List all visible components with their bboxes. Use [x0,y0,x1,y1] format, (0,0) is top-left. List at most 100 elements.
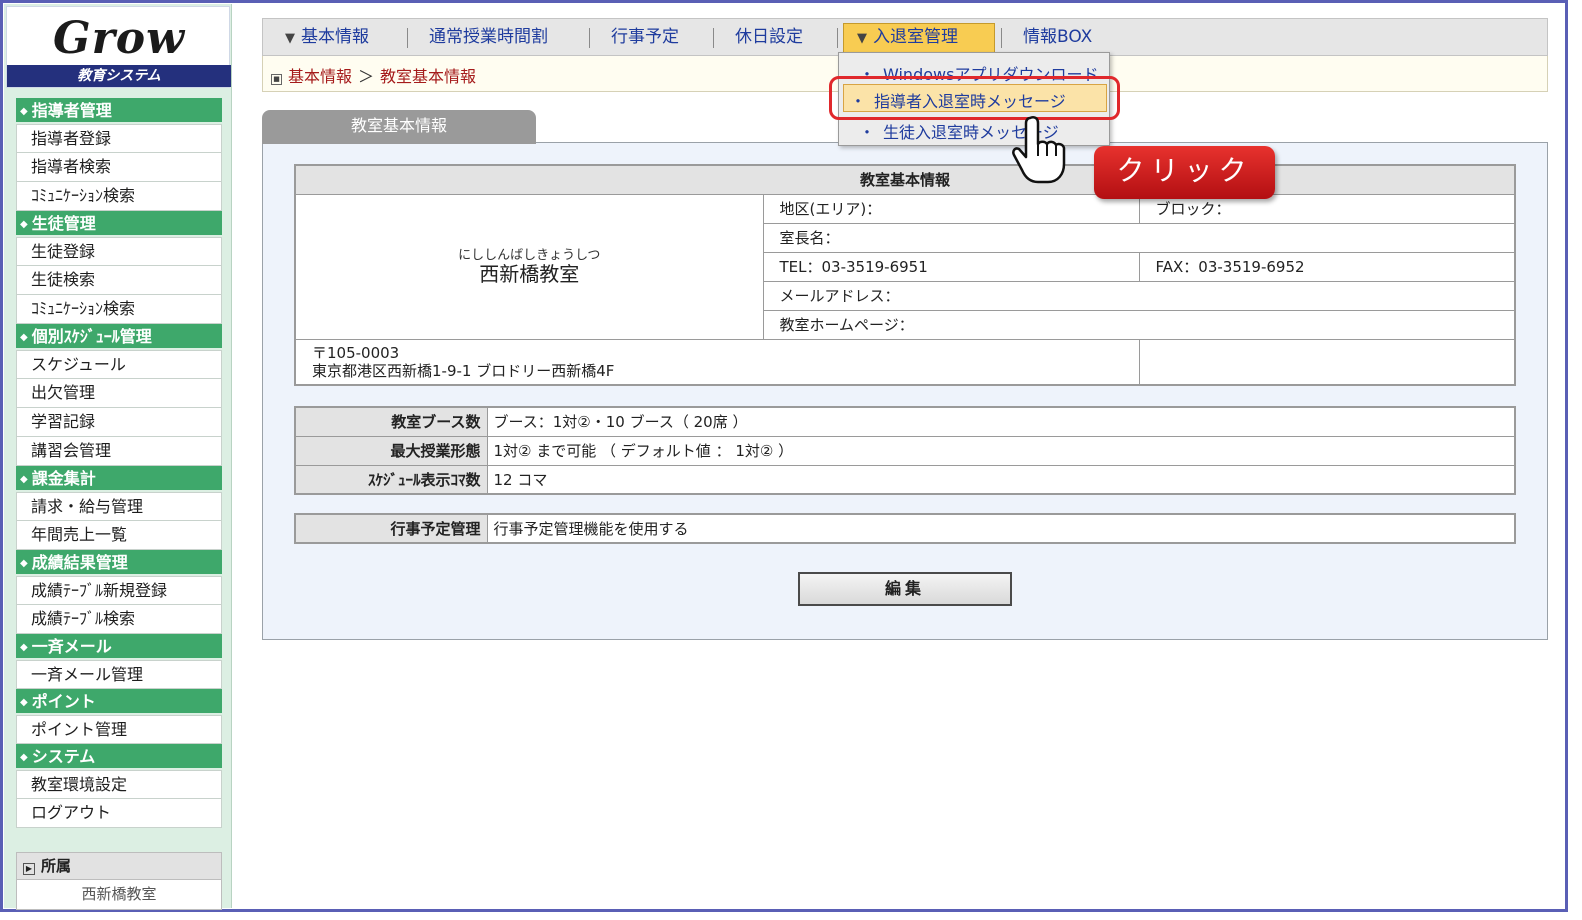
school-name-ruby: にししんばしきょうしつ [458,248,601,263]
sidebar-section-title: 一斉メール [31,637,112,656]
sidebar-item[interactable]: 生徒検索 [16,266,222,295]
affiliation-header[interactable]: ▶ 所属 [16,852,222,880]
fax-field: FAX：03-3519-6952 [1138,251,1516,282]
chevron-down-icon: ▼ [857,31,867,46]
sidebar-item[interactable]: 講習会管理 [16,437,222,466]
sidebar-item[interactable]: 教室環境設定 [16,770,222,799]
click-callout: クリック [1094,146,1275,199]
sidebar-section-2: ◆ 個別ｽｹｼﾞｭｰﾙ管理 [16,324,222,350]
tab-holidays[interactable]: 休日設定 [735,19,803,55]
nav-divider [837,28,838,48]
tab-regular-timetable[interactable]: 通常授業時間割 [429,19,548,55]
sidebar-item[interactable]: 学習記録 [16,408,222,437]
nav-divider [589,28,590,48]
breadcrumb-separator: ＞ [358,67,375,86]
diamond-icon: ◆ [20,752,28,763]
sidebar-item[interactable]: 請求・給与管理 [16,492,222,521]
sidebar-menu: ◆ 指導者管理 指導者登録 指導者検索 ｺﾐｭﾆｹｰｼｮﾝ検索 ◆ 生徒管理 生徒登録 生徒検索… [16,98,222,828]
sidebar: Grow 教育システム ◆ 指導者管理 指導者登録 指導者検索 ｺﾐｭﾆｹｰｼｮﾝ検索 ◆… [4,4,232,910]
breadcrumb-current: 教室基本情報 [380,67,477,86]
affiliation-label: 所属 [41,857,72,875]
sidebar-item[interactable]: ｺﾐｭﾆｹｰｼｮﾝ検索 [16,182,222,211]
classroom-detail-table: 教室ブース数 ブース：1対②・10 ブース（ 20席 ） 最大授業形態 1対② … [294,406,1516,495]
homepage-field: 教室ホームページ： [762,309,1516,340]
nav-divider [407,28,408,48]
sidebar-item[interactable]: スケジュール [16,350,222,379]
max-class-format-label: 最大授業形態 [294,435,488,466]
sidebar-item[interactable]: 出欠管理 [16,379,222,408]
sidebar-item[interactable]: 指導者登録 [16,124,222,153]
sidebar-section-1: ◆ 生徒管理 [16,211,222,237]
postal-code: 〒105-0003 [312,343,400,362]
sidebar-item[interactable]: ログアウト [16,799,222,828]
sidebar-section-title: ポイント [31,692,96,711]
booth-count-value: ブース：1対②・10 ブース（ 20席 ） [486,406,1516,437]
affiliation-box: ▶ 所属 西新橋教室 [16,852,222,910]
address-cell: 〒105-0003 東京都港区西新橋1-9-1 ブロドリー西新橋4F [294,338,1140,385]
diamond-icon: ◆ [20,474,28,485]
diamond-icon: ◆ [20,332,28,343]
sidebar-section-4: ◆ 成績結果管理 [16,550,222,576]
sidebar-item[interactable]: 指導者検索 [16,153,222,182]
sidebar-section-title: 生徒管理 [31,214,96,233]
sidebar-section-3: ◆ 課金集計 [16,466,222,492]
tab-entry-exit[interactable]: ▼ 入退室管理 [857,19,958,55]
sidebar-section-5: ◆ 一斉メール [16,634,222,660]
tab-basic-info-label: 基本情報 [301,27,369,47]
sidebar-item[interactable]: ｺﾐｭﾆｹｰｼｮﾝ検索 [16,295,222,324]
tab-basic-info[interactable]: ▼ 基本情報 [285,19,369,55]
diamond-icon: ◆ [20,106,28,117]
events-value: 行事予定管理機能を使用する [486,513,1516,544]
school-name-cell: にししんばしきょうしつ 西新橋教室 [294,193,764,340]
hand-cursor-icon [1012,115,1066,184]
booth-count-label: 教室ブース数 [294,406,488,437]
schedule-slots-value: 12 コマ [486,464,1516,495]
sidebar-section-title: システム [31,747,96,766]
nav-divider [713,28,714,48]
manager-field: 室長名： [762,222,1516,253]
sidebar-item[interactable]: 生徒登録 [16,237,222,266]
sidebar-section-title: 個別ｽｹｼﾞｭｰﾙ管理 [31,327,152,346]
tab-events[interactable]: 行事予定 [611,19,679,55]
school-name: 西新橋教室 [479,262,580,286]
info-table-header: 教室基本情報 [294,164,1516,195]
table-row: 最大授業形態 1対② まで可能 （ デフォルト値 ： 1対② ） [294,435,1516,466]
expand-icon: ▶ [23,863,35,875]
top-nav: ▼ 基本情報 通常授業時間割 行事予定 休日設定 ▼ 入退室管理 情報BOX [262,18,1548,56]
sidebar-section-title: 成績結果管理 [31,553,128,572]
sidebar-section-7: ◆ システム [16,744,222,770]
breadcrumb: ■ 基本情報 ＞ 教室基本情報 [271,63,476,87]
sidebar-item[interactable]: 成績ﾃｰﾌﾞﾙ新規登録 [16,576,222,605]
sidebar-item[interactable]: 成績ﾃｰﾌﾞﾙ検索 [16,605,222,634]
sidebar-item[interactable]: 年間売上一覧 [16,521,222,550]
nav-divider [1001,28,1002,48]
sidebar-section-6: ◆ ポイント [16,689,222,715]
address-side-cell [1138,338,1516,385]
breadcrumb-parent[interactable]: 基本情報 [288,67,352,86]
tab-classroom-info[interactable]: 教室基本情報 [262,110,536,144]
classroom-info-table: 教室基本情報 にししんばしきょうしつ 西新橋教室 地区(エリア)： ブロック： … [294,164,1516,386]
square-icon: ■ [271,74,282,85]
diamond-icon: ◆ [20,219,28,230]
events-label: 行事予定管理 [294,513,488,544]
tab-entry-exit-label: 入退室管理 [873,27,958,47]
table-row: ｽｹｼﾞｭｰﾙ表示ｺﾏ数 12 コマ [294,464,1516,495]
table-row: 行事予定管理 行事予定管理機能を使用する [294,513,1516,544]
edit-button[interactable]: 編集 [798,572,1012,606]
email-field: メールアドレス： [762,280,1516,311]
address: 東京都港区西新橋1-9-1 ブロドリー西新橋4F [312,361,615,380]
logo-text: Grow [53,13,185,64]
sidebar-section-0: ◆ 指導者管理 [16,98,222,124]
highlight-ring [829,76,1120,120]
tel-field: TEL：03-3519-6951 [762,251,1140,282]
logo-subtitle: 教育システム [7,65,231,87]
tab-info-box[interactable]: 情報BOX [1023,19,1092,55]
table-row: 教室ブース数 ブース：1対②・10 ブース（ 20席 ） [294,406,1516,437]
chevron-down-icon: ▼ [285,31,295,46]
logo[interactable]: Grow 教育システム [6,6,231,88]
sidebar-item[interactable]: ポイント管理 [16,715,222,744]
diamond-icon: ◆ [20,642,28,653]
events-table: 行事予定管理 行事予定管理機能を使用する [294,513,1516,544]
max-class-format-value: 1対② まで可能 （ デフォルト値 ： 1対② ） [486,435,1516,466]
sidebar-item[interactable]: 一斉メール管理 [16,660,222,689]
